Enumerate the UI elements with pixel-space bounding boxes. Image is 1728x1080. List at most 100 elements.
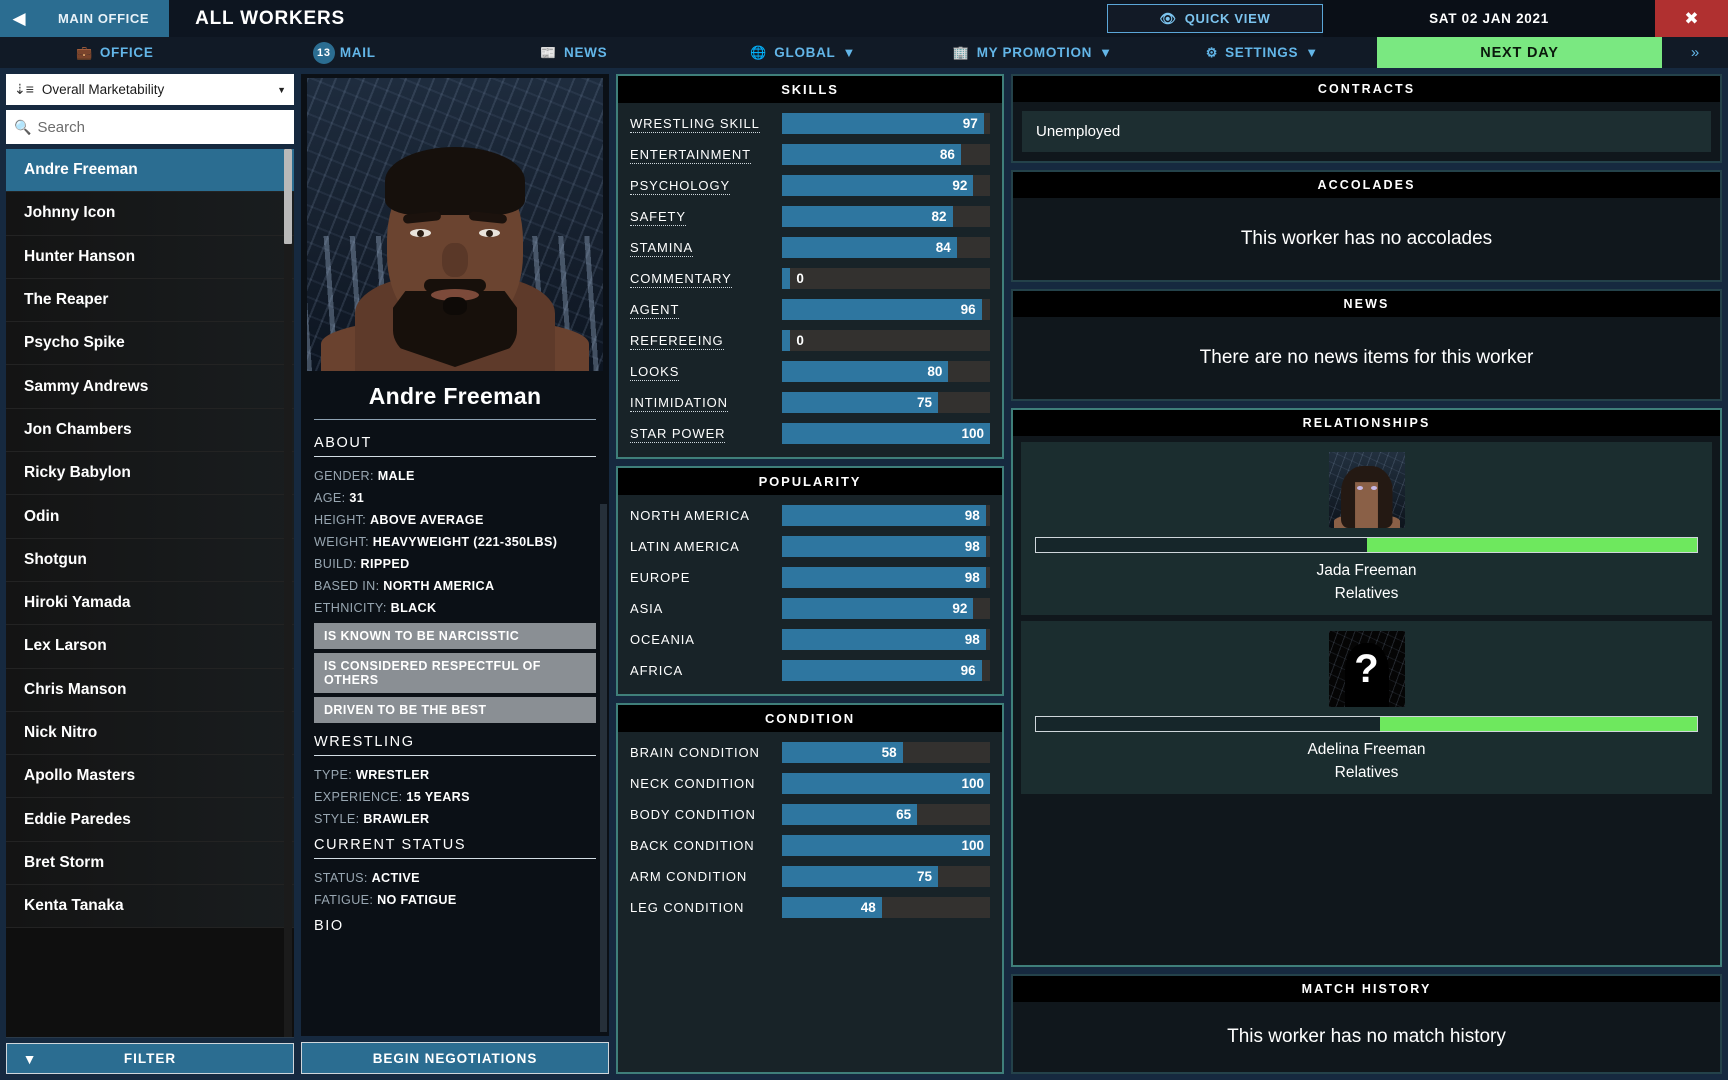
- nav-label-office: OFFICE: [100, 45, 154, 60]
- stat-value: 0: [790, 333, 804, 348]
- stat-bar-fill: 84: [782, 237, 957, 258]
- stat-label: ENTERTAINMENT: [630, 147, 751, 164]
- worker-list-scrollbar[interactable]: [284, 149, 292, 1037]
- stat-row: NECK CONDITION100: [630, 768, 990, 799]
- worker-list-item[interactable]: Lex Larson: [6, 625, 294, 668]
- nav-item-mail[interactable]: 13 MAIL: [230, 37, 460, 68]
- stat-row: ENTERTAINMENT 86: [630, 139, 990, 170]
- stat-bar-fill: 98: [782, 629, 986, 650]
- relationships-title: RELATIONSHIPS: [1013, 410, 1720, 436]
- profile-scrollbar[interactable]: [600, 504, 607, 1032]
- back-button[interactable]: ◀: [0, 0, 38, 37]
- relationship-name: Adelina Freeman: [1307, 741, 1425, 759]
- worker-list-item[interactable]: Johnny Icon: [6, 192, 294, 235]
- worker-list-item[interactable]: Apollo Masters: [6, 755, 294, 798]
- stat-bar-fill: 96: [782, 299, 982, 320]
- nav-item-settings[interactable]: ⚙ SETTINGS ▼: [1148, 37, 1378, 68]
- fast-forward-icon[interactable]: »: [1662, 37, 1728, 68]
- worker-list-item[interactable]: Hiroki Yamada: [6, 582, 294, 625]
- stat-bar-track: 84: [782, 237, 990, 258]
- worker-list-item[interactable]: Bret Storm: [6, 842, 294, 885]
- search-input[interactable]: Search: [37, 119, 85, 136]
- popularity-title: POPULARITY: [618, 468, 1002, 495]
- status-row: STATUS: ACTIVE: [314, 867, 596, 889]
- nav-item-global[interactable]: 🌐 GLOBAL ▼: [689, 37, 919, 68]
- worker-list-item[interactable]: The Reaper: [6, 279, 294, 322]
- nav-item-office[interactable]: 💼 OFFICE: [0, 37, 230, 68]
- stat-row: OCEANIA 98: [630, 624, 990, 655]
- worker-list-scroll-thumb[interactable]: [284, 149, 292, 244]
- filter-button[interactable]: ▼ FILTER: [6, 1043, 294, 1074]
- relationship-meter: [1035, 716, 1698, 732]
- stat-bar-track: 86: [782, 144, 990, 165]
- worker-list-item[interactable]: Chris Manson: [6, 669, 294, 712]
- stat-value: 98: [965, 539, 986, 554]
- stat-bar-fill: 92: [782, 598, 973, 619]
- next-day-button[interactable]: NEXT DAY: [1377, 37, 1662, 68]
- stat-label: BACK CONDITION: [630, 838, 755, 853]
- stat-row: STAMINA84: [630, 232, 990, 263]
- news-panel: NEWS There are no news items for this wo…: [1011, 289, 1722, 401]
- worker-list-item[interactable]: Andre Freeman: [6, 149, 294, 192]
- stat-bar-track: 100: [782, 773, 990, 794]
- stat-label: WRESTLING SKILL: [630, 116, 760, 133]
- nav-item-news[interactable]: 📰 NEWS: [459, 37, 689, 68]
- stat-row: LEG CONDITION48: [630, 892, 990, 923]
- stat-label: LATIN AMERICA: [630, 539, 740, 554]
- worker-list-item[interactable]: Hunter Hanson: [6, 236, 294, 279]
- stat-bar-track: 98: [782, 536, 990, 557]
- relationship-type: Relatives: [1335, 585, 1399, 603]
- stat-bar-track: 75: [782, 866, 990, 887]
- contract-item[interactable]: Unemployed: [1022, 111, 1711, 152]
- worker-list-item[interactable]: Eddie Paredes: [6, 798, 294, 841]
- stat-label: LOOKS: [630, 364, 679, 381]
- news-empty: There are no news items for this worker: [1013, 317, 1720, 399]
- nav-label-my-promotion: MY PROMOTION: [977, 45, 1092, 60]
- close-button[interactable]: ✖: [1655, 0, 1728, 37]
- wrestling-divider: [314, 755, 596, 756]
- female-portrait: [1329, 452, 1405, 528]
- worker-list-item[interactable]: Nick Nitro: [6, 712, 294, 755]
- search-row[interactable]: 🔍 Search: [6, 110, 294, 144]
- status-row: FATIGUE: NO FATIGUE: [314, 889, 596, 911]
- stat-bar-track: 92: [782, 175, 990, 196]
- match-history-panel: MATCH HISTORY This worker has no match h…: [1011, 974, 1722, 1074]
- skills-body: WRESTLING SKILL97ENTERTAINMENT86PSYCHOLO…: [618, 103, 1002, 457]
- sort-value-label: Overall Marketability: [42, 82, 269, 97]
- profile-info-scroll[interactable]: ABOUT GENDER: MALEAGE: 31HEIGHT: ABOVE A…: [301, 428, 609, 1036]
- about-row: WEIGHT: HEAVYWEIGHT (221-350LBS): [314, 531, 596, 553]
- stat-label: OCEANIA: [630, 632, 695, 647]
- worker-list-item[interactable]: Ricky Babylon: [6, 452, 294, 495]
- stat-bar-track: 48: [782, 897, 990, 918]
- begin-negotiations-button[interactable]: BEGIN NEGOTIATIONS: [301, 1042, 609, 1074]
- quick-view-button[interactable]: 👁 QUICK VIEW: [1107, 4, 1323, 33]
- newspaper-icon: 📰: [540, 46, 557, 59]
- close-icon: ✖: [1684, 9, 1698, 29]
- stat-value: 75: [917, 395, 938, 410]
- relationship-card[interactable]: ?Adelina FreemanRelatives: [1021, 621, 1712, 794]
- worker-list-item[interactable]: Sammy Andrews: [6, 365, 294, 408]
- worker-list-item[interactable]: Kenta Tanaka: [6, 885, 294, 928]
- briefcase-icon: 💼: [76, 46, 93, 59]
- contracts-title: CONTRACTS: [1013, 76, 1720, 102]
- worker-list-item[interactable]: Shotgun: [6, 539, 294, 582]
- page-title: ALL WORKERS: [169, 0, 371, 37]
- stat-row: PSYCHOLOGY92: [630, 170, 990, 201]
- trait-badge: IS KNOWN TO BE NARCISSTIC: [314, 623, 596, 649]
- worker-list[interactable]: Andre FreemanJohnny IconHunter HansonThe…: [6, 149, 294, 1038]
- worker-list-item[interactable]: Jon Chambers: [6, 409, 294, 452]
- worker-list-item[interactable]: Psycho Spike: [6, 322, 294, 365]
- main-stage: ⇣≡ Overall Marketability ▼ 🔍 Search Andr…: [0, 68, 1728, 1080]
- stat-label: SAFETY: [630, 209, 686, 226]
- stat-value: 75: [917, 869, 938, 884]
- trait-badge: DRIVEN TO BE THE BEST: [314, 697, 596, 723]
- condition-body: BRAIN CONDITION58NECK CONDITION100BODY C…: [618, 732, 1002, 931]
- main-office-breadcrumb[interactable]: MAIN OFFICE: [38, 0, 169, 37]
- relationship-card[interactable]: Jada FreemanRelatives: [1021, 442, 1712, 615]
- relationships-panel: RELATIONSHIPS Jada FreemanRelatives?Adel…: [1011, 408, 1722, 967]
- nav-item-my-promotion[interactable]: 🏢 MY PROMOTION ▼: [918, 37, 1148, 68]
- worker-sidebar: ⇣≡ Overall Marketability ▼ 🔍 Search Andr…: [6, 74, 294, 1074]
- sort-dropdown[interactable]: ⇣≡ Overall Marketability ▼: [6, 74, 294, 105]
- name-divider: [314, 419, 596, 420]
- worker-list-item[interactable]: Odin: [6, 495, 294, 538]
